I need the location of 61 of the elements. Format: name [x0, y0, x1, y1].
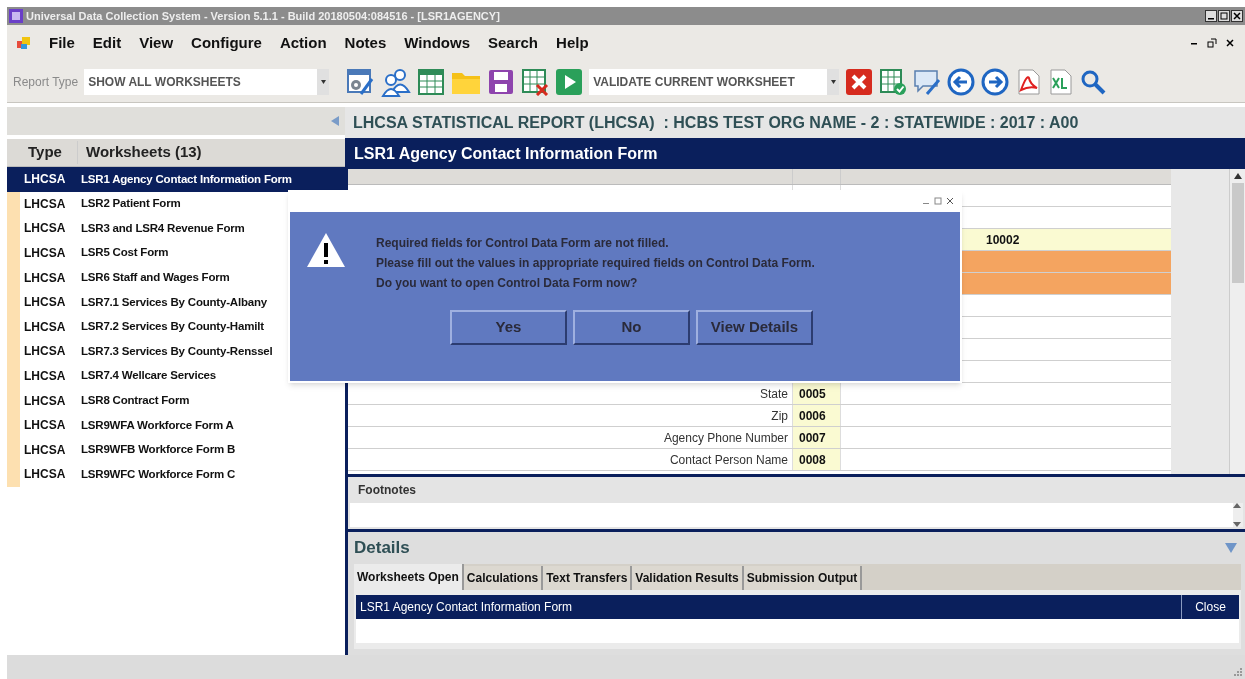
close-icon[interactable] — [946, 197, 954, 205]
tab[interactable]: Calculations — [463, 566, 544, 590]
menu-item[interactable]: Edit — [84, 31, 130, 55]
warning-icon — [306, 232, 346, 268]
restore-icon[interactable] — [1207, 38, 1217, 48]
menu-item[interactable]: Notes — [336, 31, 395, 55]
pdf-icon[interactable] — [1015, 67, 1042, 96]
tab[interactable]: Text Transfers — [543, 566, 633, 590]
open-worksheet-name[interactable]: LSR1 Agency Contact Information Form — [356, 598, 573, 616]
minimize-icon[interactable] — [1205, 10, 1217, 22]
comment-edit-icon[interactable] — [913, 67, 942, 96]
maximize-icon[interactable] — [1218, 10, 1230, 22]
spreadsheet-icon[interactable] — [417, 67, 446, 96]
menu-item[interactable]: Action — [271, 31, 335, 55]
caret-icon — [830, 79, 836, 84]
tab[interactable]: Worksheets Open — [354, 564, 464, 590]
resize-grip-icon[interactable] — [1234, 668, 1242, 676]
field-code: 0007 — [793, 427, 841, 448]
menu-item[interactable]: File — [41, 31, 83, 55]
dialog-message: Please fill out the values in appropriate required fields on Control Data Form. — [376, 255, 815, 272]
users-icon[interactable] — [381, 66, 412, 97]
window-title: Universal Data Collection System - Version 5.1.1 - Build 20180504:084516 - [LSR1AGENCY] — [26, 8, 500, 24]
footnotes-field[interactable] — [350, 503, 1243, 527]
app-icon — [9, 9, 23, 23]
report-type-dropdown[interactable]: SHOW ALL WORKSHEETS — [84, 68, 330, 95]
app-menu-icon[interactable] — [17, 36, 31, 50]
menu-item[interactable]: Configure — [183, 31, 270, 55]
menu-item[interactable]: Help — [548, 31, 597, 55]
column-header[interactable]: Worksheets (13) — [77, 141, 202, 164]
scrollbar[interactable] — [1229, 169, 1245, 474]
action-dropdown[interactable]: VALIDATE CURRENT WORKSHEET — [589, 68, 840, 95]
caret-icon — [320, 79, 326, 84]
save-icon[interactable] — [487, 67, 516, 96]
sheet-check-icon[interactable] — [879, 67, 908, 96]
footnotes-label: Footnotes — [357, 482, 417, 499]
scroll-up-icon[interactable] — [1233, 503, 1241, 508]
report-type-label: Report Type — [13, 73, 79, 91]
close-icon[interactable] — [1225, 38, 1235, 48]
excel-icon[interactable] — [1047, 67, 1074, 96]
menu-item[interactable]: View — [131, 31, 182, 55]
menu-item[interactable]: Windows — [396, 31, 478, 55]
report-title: LHCSA STATISTICAL REPORT (LHCSA) : HCBS TEST ORG NAME - 2 : STATEWIDE : 2017 : A00 — [353, 112, 1079, 133]
close-button[interactable]: Close — [1181, 595, 1239, 619]
dialog-message: Do you want to open Control Data Form now? — [376, 275, 639, 292]
tab[interactable]: Submission Output — [743, 566, 863, 590]
scroll-down-icon[interactable] — [1233, 522, 1241, 527]
column-header[interactable]: Type — [20, 141, 77, 164]
details-title: Details — [354, 537, 410, 560]
form-title: LSR1 Agency Contact Information Form — [354, 143, 658, 164]
cancel-icon[interactable] — [845, 67, 874, 96]
close-icon[interactable] — [1231, 10, 1243, 22]
delete-sheet-icon[interactable] — [521, 67, 550, 96]
field-code: 0005 — [793, 383, 841, 404]
scroll-up-icon[interactable] — [1233, 173, 1242, 179]
field-code: 0006 — [793, 405, 841, 426]
tab[interactable]: Validation Results — [632, 566, 744, 590]
field-code: 0008 — [793, 449, 841, 470]
menu-item[interactable]: Search — [480, 31, 547, 55]
dialog-message: Required fields for Control Data Form are not filled. — [376, 235, 670, 252]
play-icon[interactable] — [555, 67, 584, 96]
scroll-thumb[interactable] — [1231, 183, 1244, 283]
